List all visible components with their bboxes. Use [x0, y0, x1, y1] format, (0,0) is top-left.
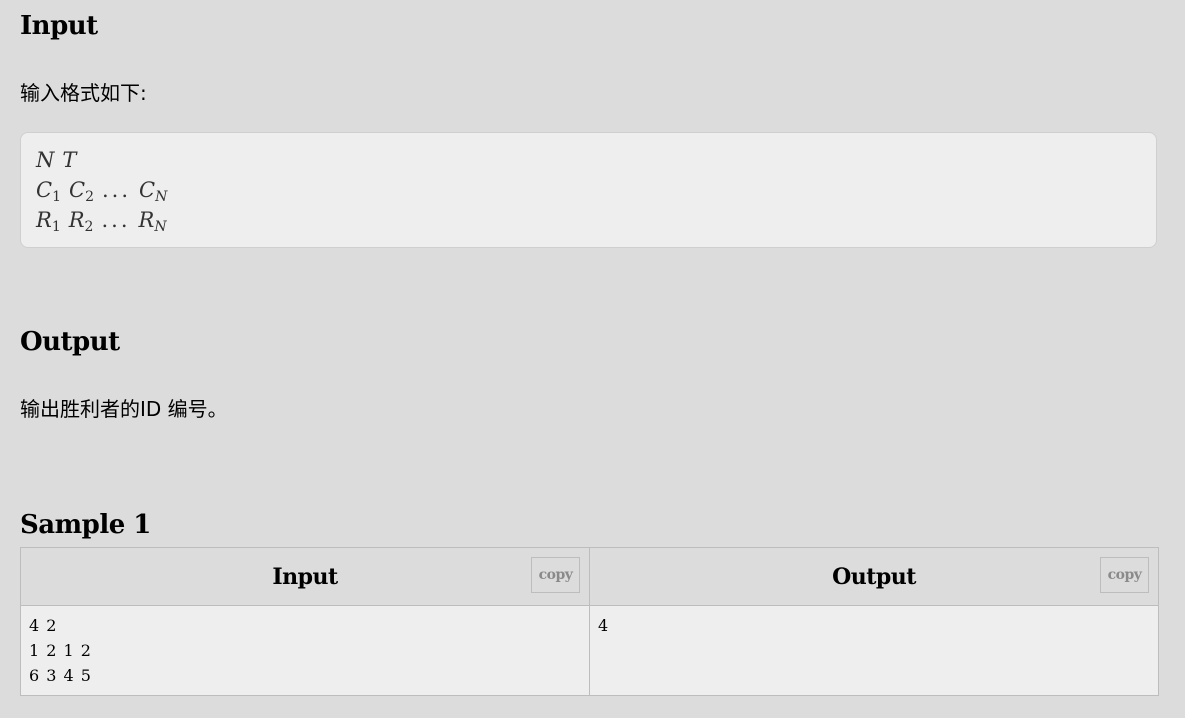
sample-output-text: 4: [598, 616, 610, 635]
ellipsis: ...: [101, 208, 131, 232]
sample-output-header: Output copy: [589, 547, 1159, 606]
output-description: 输出胜利者的ID 编号。: [20, 397, 228, 421]
var-t: T: [62, 148, 77, 172]
var-cn: CN: [139, 178, 168, 205]
var-r2: R2: [68, 208, 94, 235]
format-line-1: NT: [36, 145, 1141, 175]
var-rn: RN: [138, 208, 167, 235]
var-r1: R1: [36, 208, 61, 235]
sample-output-title: Output: [832, 563, 916, 590]
sample-heading: Sample 1: [20, 510, 151, 540]
sample-output-cell: 4: [589, 605, 1159, 696]
input-format-box: NT C1 C2... CN R1 R2... RN: [20, 132, 1157, 248]
input-description: 输入格式如下:: [20, 81, 147, 105]
output-heading: Output: [20, 327, 120, 357]
sample-input-header: Input copy: [20, 547, 590, 606]
var-c1: C1: [36, 178, 61, 205]
sample-input-title: Input: [272, 563, 338, 590]
copy-input-button[interactable]: copy: [531, 557, 580, 593]
copy-output-button[interactable]: copy: [1100, 557, 1149, 593]
sample-input-cell: 4 2 1 2 1 2 6 3 4 5: [20, 605, 590, 696]
ellipsis: ...: [102, 178, 132, 202]
format-line-2: C1 C2... CN: [36, 175, 1141, 205]
sample-input-text: 4 2 1 2 1 2 6 3 4 5: [29, 616, 92, 685]
sample-data-row: 4 2 1 2 1 2 6 3 4 5 4: [20, 605, 1159, 696]
format-line-3: R1 R2... RN: [36, 205, 1141, 235]
var-n: N: [36, 148, 55, 172]
sample-header-row: Input copy Output copy: [20, 547, 1159, 606]
var-c2: C2: [69, 178, 94, 205]
sample-table: Input copy Output copy 4 2 1 2 1 2 6 3 4…: [20, 547, 1159, 696]
input-heading: Input: [20, 11, 98, 41]
